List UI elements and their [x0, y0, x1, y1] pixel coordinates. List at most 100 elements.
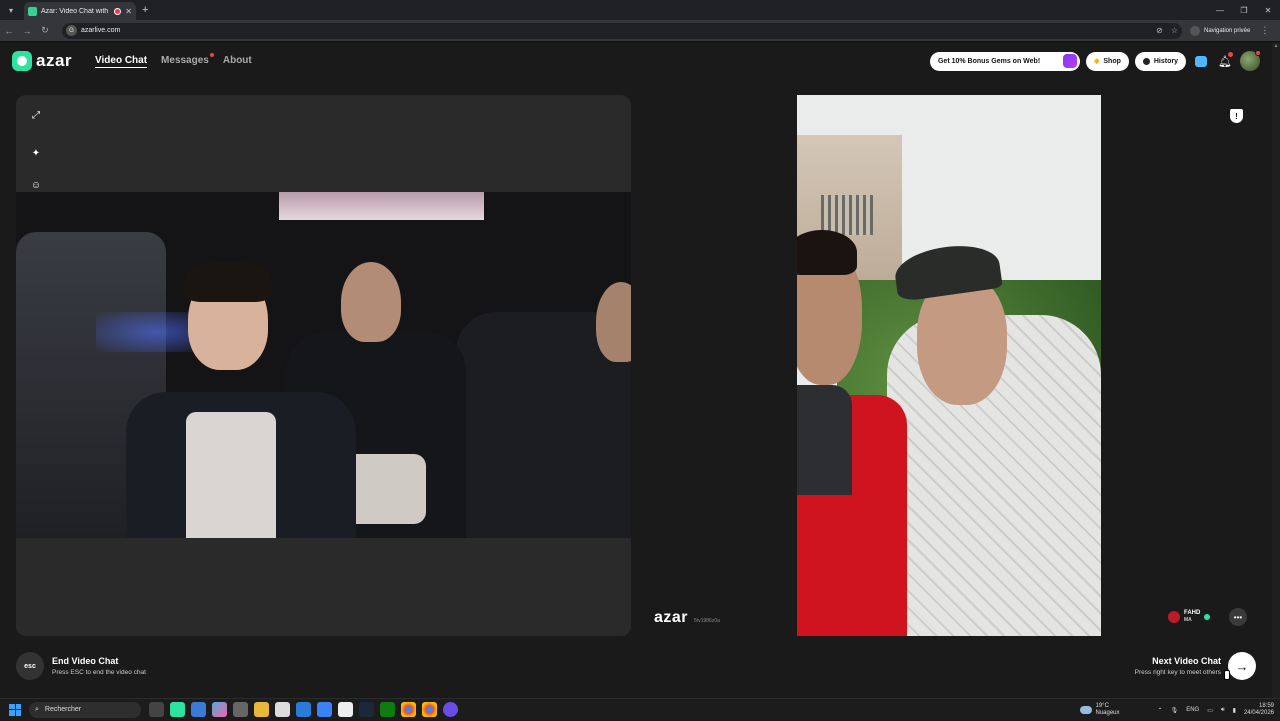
- nav-video-chat[interactable]: Video Chat: [95, 55, 148, 68]
- esc-key-button[interactable]: esc: [16, 652, 44, 680]
- chrome-icon[interactable]: [401, 702, 416, 717]
- settings-icon[interactable]: [233, 702, 248, 717]
- minimize-button[interactable]: —: [1208, 6, 1232, 15]
- forward-button[interactable]: →: [18, 26, 36, 36]
- tab-title: Azar: Video Chat with New: [41, 7, 110, 15]
- shop-button[interactable]: ◆ Shop: [1085, 51, 1129, 71]
- battery-icon[interactable]: ▮: [1233, 707, 1236, 714]
- history-button[interactable]: History: [1134, 51, 1186, 71]
- next-video-chat: Next Video Chat Press right key to meet …: [1135, 656, 1221, 676]
- close-tab-icon[interactable]: ✕: [125, 7, 132, 16]
- bonus-gems-button[interactable]: Get 10% Bonus Gems on Web!: [929, 51, 1080, 71]
- shop-label: Shop: [1103, 57, 1121, 65]
- steam-icon[interactable]: [359, 702, 374, 717]
- reload-button[interactable]: ↻: [36, 25, 54, 36]
- mouse-cursor: [1224, 670, 1230, 680]
- copilot-icon[interactable]: [212, 702, 227, 717]
- person-left-hair: [184, 262, 272, 302]
- back-button[interactable]: ←: [0, 26, 18, 36]
- task-view-icon[interactable]: [149, 702, 164, 717]
- browser-tab[interactable]: Azar: Video Chat with New ✕: [24, 2, 136, 20]
- weather-widget[interactable]: 19°C Nuageux: [1079, 703, 1120, 717]
- nav-about[interactable]: About: [223, 55, 252, 68]
- cortana-icon[interactable]: [443, 702, 458, 717]
- person-right-head: [596, 282, 631, 362]
- app-header: azar Video Chat Messages About Get 10% B…: [0, 43, 1272, 79]
- temperature: 19°C: [1095, 703, 1109, 709]
- private-label: Navigation privée: [1204, 27, 1251, 34]
- chevron-up-icon[interactable]: ⌃: [1158, 707, 1163, 714]
- remote-brand-watermark: azar 5tv1986z0a: [654, 609, 720, 627]
- address-bar[interactable]: G azarlive.com ⊘ ☆: [62, 22, 1182, 39]
- file-icon[interactable]: [338, 702, 353, 717]
- tab-list-button[interactable]: ▾: [2, 2, 20, 18]
- profile-avatar[interactable]: [1240, 50, 1261, 71]
- magic-wand-icon[interactable]: ✦: [26, 143, 46, 163]
- report-shield-icon[interactable]: !: [1230, 109, 1243, 123]
- taskbar-apps: [149, 702, 458, 717]
- recording-icon: [114, 7, 122, 15]
- weather-text: 19°C Nuageux: [1096, 703, 1120, 717]
- taskbar-search[interactable]: ⌕ Rechercher: [29, 701, 141, 718]
- user-id: 5tv1986z0a: [694, 618, 720, 624]
- nav-messages[interactable]: Messages: [161, 53, 214, 68]
- volume-icon[interactable]: 🔊︎: [1221, 707, 1225, 714]
- peer-name-block: FAHD MA: [1184, 610, 1200, 624]
- video-tools: ⤢ ✦ ☺: [26, 105, 46, 195]
- start-button[interactable]: [9, 703, 21, 716]
- nav-messages-label: Messages: [161, 55, 209, 66]
- azar-favicon-icon: [28, 6, 37, 16]
- eye-off-icon[interactable]: ⊘: [1156, 26, 1163, 35]
- system-tray: 19°C Nuageux ⌃ 🎙︎ ENG ▭ 🔊︎ ▮ 18:59 24/04…: [1079, 699, 1274, 721]
- next-title: Next Video Chat: [1152, 656, 1221, 666]
- main-nav: Video Chat Messages About: [95, 53, 252, 68]
- language[interactable]: ENG: [1186, 707, 1199, 713]
- next-arrow-button[interactable]: →: [1228, 652, 1256, 680]
- history-label: History: [1153, 57, 1178, 65]
- chatgpt-icon[interactable]: [275, 702, 290, 717]
- avatar-badge: [1255, 50, 1261, 56]
- notification-dot: [1228, 52, 1233, 57]
- peer-avatar: [1168, 611, 1180, 623]
- site-info-icon[interactable]: G: [66, 25, 77, 36]
- azar-logo[interactable]: azar: [12, 51, 72, 71]
- clock[interactable]: 18:59 24/04/2026: [1244, 703, 1274, 717]
- network-icon[interactable]: ▭: [1207, 707, 1213, 714]
- browser-menu-icon[interactable]: ⋮: [1260, 25, 1269, 36]
- peer-name: FAHD: [1184, 610, 1201, 616]
- microphone-icon[interactable]: 🎙︎: [1171, 707, 1179, 714]
- windows-taskbar: ⌕ Rechercher 19°C Nuageux ⌃ 🎙︎ ENG ▭ 🔊︎: [0, 698, 1280, 720]
- chat-bubble-icon: [1195, 55, 1207, 67]
- xbox-icon[interactable]: [380, 702, 395, 717]
- azar-logo-icon: [12, 51, 32, 71]
- url-text: azarlive.com: [81, 27, 121, 34]
- chat-button[interactable]: •••: [1229, 608, 1247, 626]
- weather-condition: Nuageux: [1095, 710, 1120, 716]
- next-hint: Press right key to meet others: [1134, 669, 1221, 676]
- close-window-button[interactable]: ✕: [1256, 6, 1280, 15]
- peer-info[interactable]: FAHD MA: [1168, 610, 1211, 624]
- person-left-shirt: [186, 412, 276, 538]
- new-tab-button[interactable]: +: [142, 4, 148, 16]
- building-window: [821, 195, 873, 235]
- azar-app-icon[interactable]: [170, 702, 185, 717]
- date: 24/04/2026: [1243, 710, 1274, 716]
- self-video-feed: [16, 192, 631, 538]
- search-icon: ⌕: [35, 705, 39, 713]
- paint-icon[interactable]: [317, 702, 332, 717]
- expand-icon[interactable]: ⤢: [26, 105, 46, 125]
- face-filter-icon[interactable]: ☺: [26, 175, 46, 195]
- maximize-button[interactable]: ❐: [1232, 6, 1256, 15]
- scroll-up-icon[interactable]: ▲: [1272, 43, 1280, 49]
- messages-button[interactable]: [1192, 52, 1210, 70]
- bonus-gems-label: Get 10% Bonus Gems on Web!: [937, 57, 1041, 65]
- calendar-icon[interactable]: [296, 702, 311, 717]
- bookmark-star-icon[interactable]: ☆: [1171, 26, 1178, 35]
- notifications-button[interactable]: 🔔︎: [1216, 52, 1234, 70]
- end-title: End Video Chat: [52, 656, 119, 666]
- chrome-active-icon[interactable]: [422, 702, 437, 717]
- private-mode-indicator[interactable]: Navigation privée: [1190, 25, 1251, 36]
- page-scrollbar[interactable]: ▲: [1272, 43, 1280, 698]
- folder-icon[interactable]: [254, 702, 269, 717]
- store-icon[interactable]: [191, 702, 206, 717]
